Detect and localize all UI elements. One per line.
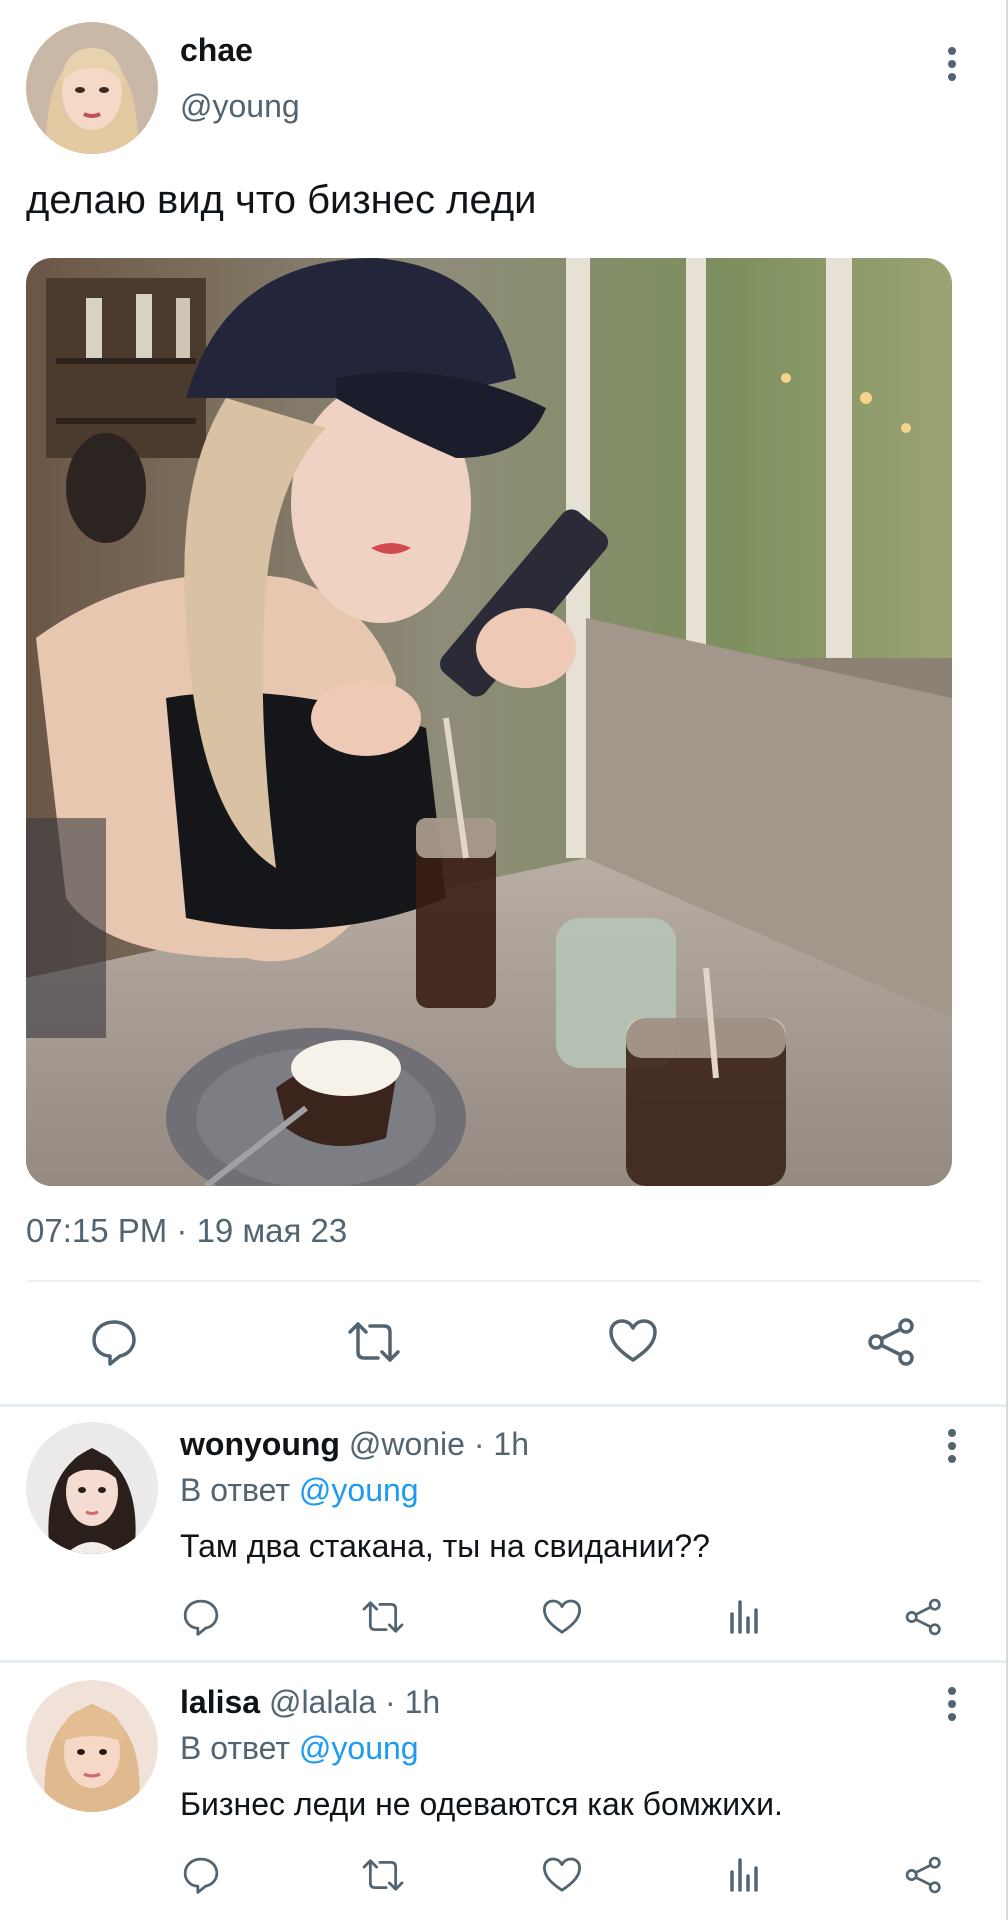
retweet-icon[interactable] <box>360 1856 406 1894</box>
author-meta: @wonie · 1h <box>348 1426 529 1462</box>
avatar-wonyoung[interactable] <box>26 1422 158 1554</box>
more-vertical-icon[interactable] <box>946 1428 958 1464</box>
heart-icon[interactable] <box>542 1856 582 1894</box>
retweet-icon[interactable] <box>346 1318 402 1366</box>
tweet-timestamp: 07:15 PM · 19 мая 23 <box>26 1212 348 1249</box>
author-handle[interactable]: @young <box>180 88 300 125</box>
reply-icon[interactable] <box>182 1856 220 1894</box>
reply-to-mention[interactable]: @young <box>299 1472 419 1508</box>
reply-text: Там два стакана, ты на свидании?? <box>180 1528 710 1564</box>
share-icon[interactable] <box>904 1856 944 1894</box>
author-name[interactable]: lalisa <box>180 1684 260 1720</box>
reply-to-label: В ответ <box>180 1472 291 1508</box>
more-vertical-icon[interactable] <box>946 1686 958 1722</box>
author-name[interactable]: wonyoung <box>180 1426 340 1462</box>
share-icon[interactable] <box>904 1598 944 1636</box>
reply-to: В ответ @young <box>180 1730 419 1767</box>
tweet-photo[interactable] <box>26 258 952 1186</box>
reply-text: Бизнес леди не одеваются как бомжихи. <box>180 1786 783 1822</box>
retweet-icon[interactable] <box>360 1598 406 1636</box>
reply-to-mention[interactable]: @young <box>299 1730 419 1766</box>
author-meta: @lalala · 1h <box>268 1684 441 1720</box>
divider <box>26 1280 982 1282</box>
reply-to-label: В ответ <box>180 1730 291 1766</box>
avatar-chae[interactable] <box>26 22 158 154</box>
more-vertical-icon[interactable] <box>946 46 958 82</box>
views-icon[interactable] <box>728 1858 760 1892</box>
divider <box>0 1660 1008 1663</box>
views-icon[interactable] <box>728 1600 760 1634</box>
avatar-lalisa[interactable] <box>26 1680 158 1812</box>
heart-icon[interactable] <box>542 1598 582 1636</box>
share-icon[interactable] <box>866 1318 918 1366</box>
reply-header: wonyoung @wonie · 1h <box>180 1426 529 1463</box>
tweet-text: делаю вид что бизнес леди <box>26 178 537 222</box>
reply-header: lalisa @lalala · 1h <box>180 1684 440 1721</box>
author-name[interactable]: chae <box>180 32 253 69</box>
reply-icon[interactable] <box>182 1598 220 1636</box>
reply-to: В ответ @young <box>180 1472 419 1509</box>
heart-icon[interactable] <box>608 1318 658 1364</box>
reply-icon[interactable] <box>90 1318 138 1366</box>
divider <box>0 1404 1008 1407</box>
